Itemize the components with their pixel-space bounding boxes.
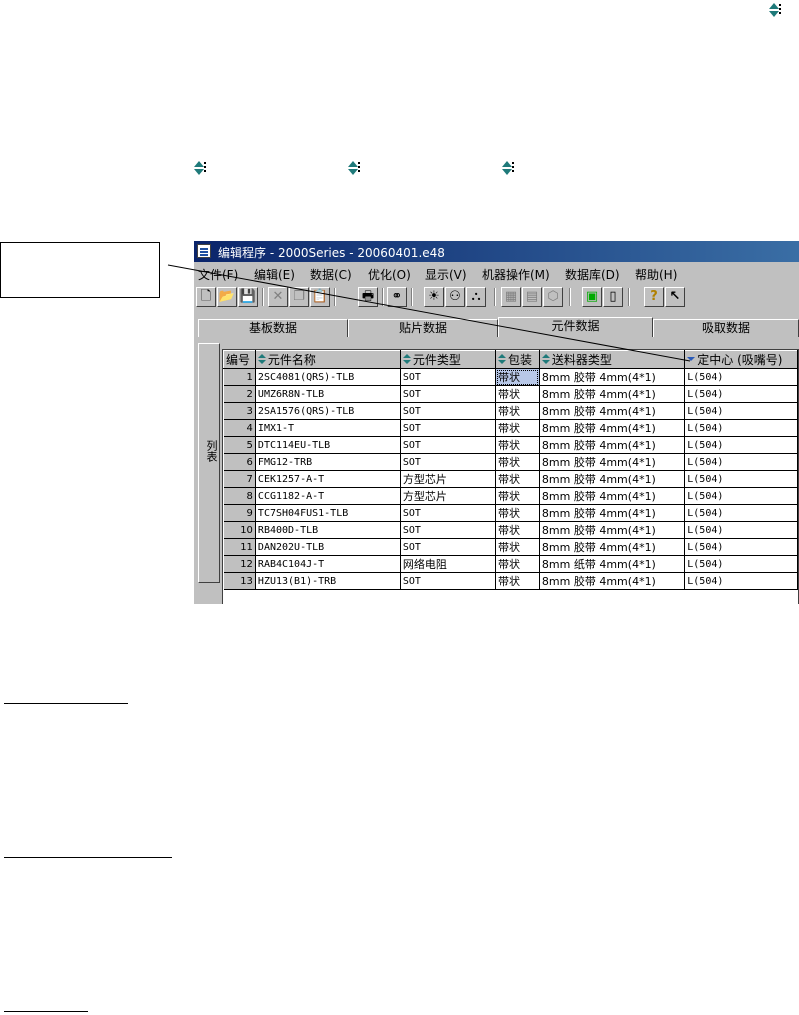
callout-pointer-line xyxy=(167,264,691,362)
underline-rule xyxy=(4,703,128,704)
underline-rule xyxy=(4,1011,88,1012)
underline-rule xyxy=(4,857,172,858)
